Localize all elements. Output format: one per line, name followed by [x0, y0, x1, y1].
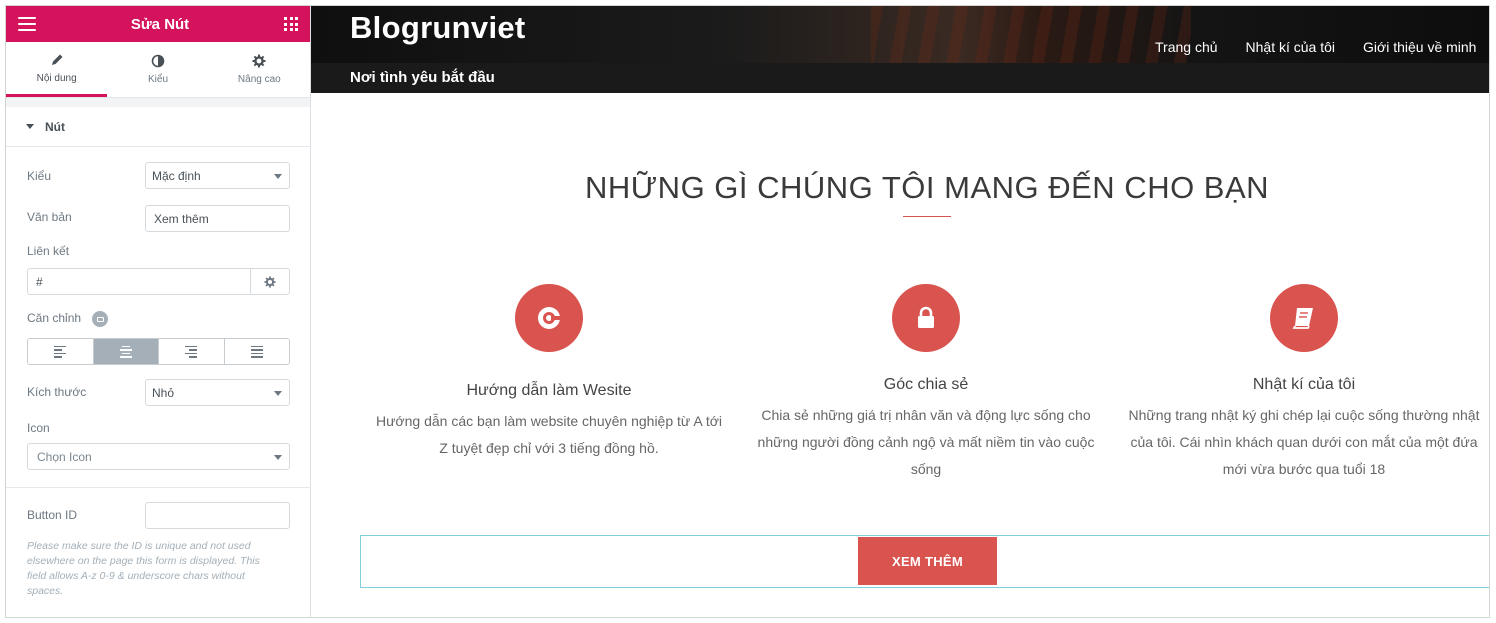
align-left-button[interactable]: [28, 339, 94, 364]
widgets-grid-icon[interactable]: [284, 17, 298, 31]
hamburger-menu-icon[interactable]: [18, 17, 36, 31]
size-label: Kích thước: [27, 385, 87, 399]
site-header: Blogrunviet Trang chủ Nhật kí của tôi Gi…: [311, 6, 1489, 63]
align-right-icon: [185, 345, 198, 358]
feature-title: Góc chia sẻ: [883, 376, 969, 393]
pencil-icon: [51, 54, 63, 65]
dropdown-arrow-icon: [274, 391, 282, 396]
compass-icon: [515, 284, 583, 352]
align-right-button[interactable]: [159, 339, 225, 364]
align-left-icon: [54, 345, 67, 358]
align-center-button[interactable]: [93, 339, 159, 364]
align-center-icon: [119, 345, 132, 358]
button-id-help-text: Please make sure the ID is unique and no…: [27, 540, 260, 597]
tab-advanced[interactable]: Nâng cao: [209, 42, 310, 97]
tab-content[interactable]: Nội dung: [6, 42, 108, 97]
site-tagline: Nơi tình yêu bắt đầu: [350, 69, 495, 86]
panel-header: Sửa Nút: [6, 6, 310, 42]
tab-advanced-label: Nâng cao: [237, 74, 281, 85]
site-nav: Trang chủ Nhật kí của tôi Giới thiệu về …: [1155, 39, 1476, 55]
divider: [6, 487, 311, 488]
nav-link-diary[interactable]: Nhật kí của tôi: [1246, 39, 1336, 55]
read-more-button[interactable]: XEM THÊM: [858, 537, 997, 585]
text-input[interactable]: Xem thêm: [145, 205, 290, 232]
tagline-bar: Nơi tình yêu bắt đầu: [311, 63, 1489, 93]
align-justify-button[interactable]: [224, 339, 289, 364]
half-circle-icon: [151, 54, 165, 68]
align-justify-icon: [250, 345, 263, 358]
screenshot-frame: Sửa Nút Nội dung Kiểu Nâng cao Nút Kiểu …: [5, 5, 1490, 618]
nav-link-home[interactable]: Trang chủ: [1155, 39, 1218, 55]
align-button-group: [27, 338, 290, 365]
responsive-desktop-icon[interactable]: [92, 311, 108, 327]
panel-tabs: Nội dung Kiểu Nâng cao: [6, 42, 310, 98]
type-label: Kiểu: [27, 169, 52, 183]
feature-card: Hướng dẫn làm Wesite Hướng dẫn các bạn l…: [371, 284, 727, 462]
icon-label: Icon: [27, 421, 50, 435]
dropdown-arrow-icon: [274, 174, 282, 179]
feature-description: Hướng dẫn các bạn làm website chuyên ngh…: [375, 413, 723, 456]
size-select-value: Nhỏ: [152, 386, 175, 400]
section-heading: NHỮNG GÌ CHÚNG TÔI MANG ĐẾN CHO BẠN: [584, 170, 1270, 205]
panel-title: Sửa Nút: [130, 15, 190, 33]
feature-card: Nhật kí của tôi Những trang nhật ký ghi …: [1126, 284, 1482, 483]
link-options-button[interactable]: [250, 268, 290, 295]
nav-link-about[interactable]: Giới thiệu về minh: [1363, 39, 1476, 55]
size-select[interactable]: Nhỏ: [145, 379, 290, 406]
button-id-label: Button ID: [27, 508, 78, 522]
button-id-input[interactable]: [145, 502, 290, 529]
align-label: Căn chỉnh: [27, 311, 82, 325]
site-preview: Blogrunviet Trang chủ Nhật kí của tôi Gi…: [311, 6, 1489, 617]
section-title: Nút: [45, 119, 65, 134]
tab-style[interactable]: Kiểu: [107, 42, 208, 97]
editor-panel: Sửa Nút Nội dung Kiểu Nâng cao Nút Kiểu …: [6, 6, 311, 617]
controls-area: Kiểu Mặc định Văn bản Xem thêm Liên kết …: [6, 147, 311, 617]
icon-select-value: Chọn Icon: [37, 450, 92, 464]
gear-icon: [264, 275, 276, 288]
type-select[interactable]: Mặc định: [145, 162, 290, 189]
icon-select[interactable]: Chọn Icon: [27, 443, 290, 470]
tab-content-label: Nội dung: [36, 72, 77, 84]
caret-down-icon: [26, 124, 34, 129]
link-input[interactable]: #: [27, 268, 251, 295]
selected-button-widget: XEM THÊM: [360, 535, 1489, 588]
link-label: Liên kết: [27, 244, 70, 258]
lock-icon: [892, 284, 960, 352]
dropdown-arrow-icon: [274, 455, 282, 460]
feature-card: Góc chia sẻ Chia sẻ những giá trị nhân v…: [748, 284, 1104, 483]
text-label: Văn bản: [27, 210, 72, 224]
section-toggle-button[interactable]: Nút: [6, 107, 310, 147]
tab-style-label: Kiểu: [147, 74, 168, 85]
feature-description: Chia sẻ những giá trị nhân văn và động l…: [757, 407, 1095, 477]
feature-description: Những trang nhật ký ghi chép lại cuộc số…: [1128, 407, 1480, 477]
site-logo[interactable]: Blogrunviet: [350, 10, 526, 46]
feature-title: Nhật kí của tôi: [1252, 376, 1356, 393]
type-select-value: Mặc định: [152, 169, 201, 183]
feature-title: Hướng dẫn làm Wesite: [466, 382, 632, 399]
gear-icon: [252, 54, 266, 68]
book-icon: [1270, 284, 1338, 352]
heading-underline: [903, 216, 951, 217]
